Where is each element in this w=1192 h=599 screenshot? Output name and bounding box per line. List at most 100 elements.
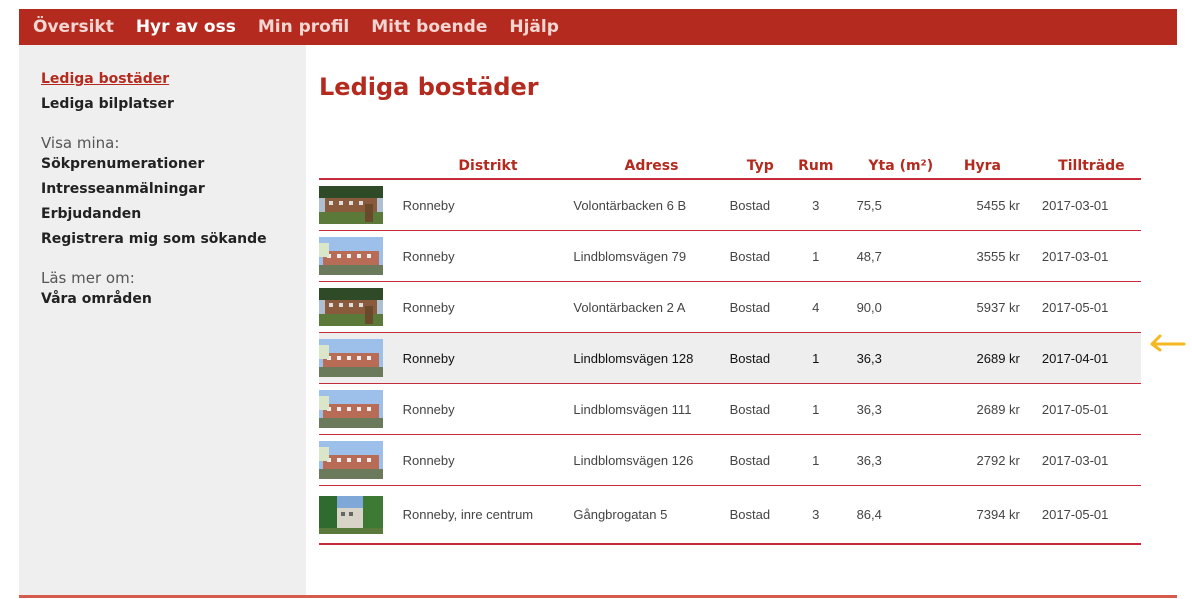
cell-adress: Lindblomsvägen 126 [573,434,730,486]
cell-distrikt: Ronneby [396,434,574,486]
cell-tilltrade: 2017-03-01 [1031,179,1141,231]
nav-item-min-profil[interactable]: Min profil [258,17,349,37]
page-frame: Översikt Hyr av oss Min profil Mitt boen… [19,9,1177,599]
sidebar-heading-visa: Visa mina: [41,134,120,152]
cell-tilltrade: 2017-04-01 [1031,332,1141,384]
cell-tilltrade: 2017-03-01 [1031,434,1141,486]
cell-rum: 1 [790,332,841,384]
sidebar-item-vara-omraden[interactable]: Våra områden [41,291,306,307]
listing-photo[interactable] [319,485,397,545]
sidebar-item-registrera[interactable]: Registrera mig som sökande [41,231,306,247]
nav-item-hjalp[interactable]: Hjälp [509,17,559,37]
table-header-row: Distrikt Adress Typ Rum Yta (m²) Hyra Ti… [319,153,1141,180]
cell-hyra: 2689 kr [944,383,1032,435]
sidebar-item-lediga-bilplatser[interactable]: Lediga bilplatser [41,96,306,112]
cell-hyra: 2689 kr [944,332,1032,384]
cell-adress: Lindblomsvägen 111 [573,383,730,435]
cell-yta: 36,3 [840,383,945,435]
sidebar-item-sokprenumerationer[interactable]: Sökprenumerationer [41,156,306,172]
footer-divider [19,595,1177,598]
sidebar: Lediga bostäder Lediga bilplatser Visa m… [19,45,306,597]
cell-yta: 90,0 [840,281,945,333]
sidebar-heading-las: Läs mer om: [41,269,135,287]
building-photo-sky[interactable] [319,441,383,479]
building-photo-sky[interactable] [319,390,383,428]
listing-photo[interactable] [319,434,397,486]
cell-rum: 1 [790,434,841,486]
building-photo-brick[interactable] [319,288,383,326]
cell-typ: Bostad [729,383,791,435]
nav-item-hyr-av-oss[interactable]: Hyr av oss [136,17,236,37]
cell-rum: 3 [790,179,841,231]
listing-photo[interactable] [319,179,397,231]
column-header-hyra[interactable]: Hyra [944,153,1032,180]
cell-hyra: 2792 kr [944,434,1032,486]
cell-distrikt: Ronneby [396,383,574,435]
cell-adress: Gångbrogatan 5 [573,485,730,545]
cell-hyra: 3555 kr [944,230,1032,282]
nav-item-mitt-boende[interactable]: Mitt boende [371,17,487,37]
listing-photo[interactable] [319,383,397,435]
column-header-tilltrade[interactable]: Tillträde [1031,153,1141,180]
cell-adress: Lindblomsvägen 79 [573,230,730,282]
top-navigation: Översikt Hyr av oss Min profil Mitt boen… [19,9,1177,45]
cell-rum: 1 [790,383,841,435]
cell-typ: Bostad [729,179,791,231]
cell-distrikt: Ronneby [396,179,574,231]
listings-table: Distrikt Adress Typ Rum Yta (m²) Hyra Ti… [319,153,1141,545]
cell-typ: Bostad [729,332,791,384]
building-photo-sky[interactable] [319,339,383,377]
cell-yta: 36,3 [840,434,945,486]
column-header-adress[interactable]: Adress [573,153,730,180]
cell-typ: Bostad [729,230,791,282]
sidebar-item-intresseanmalningar[interactable]: Intresseanmälningar [41,181,306,197]
sidebar-item-lediga-bostader[interactable]: Lediga bostäder [41,71,306,87]
cell-adress: Volontärbacken 6 B [573,179,730,231]
cell-distrikt: Ronneby [396,230,574,282]
listing-photo[interactable] [319,332,397,384]
cell-typ: Bostad [729,434,791,486]
cell-distrikt: Ronneby [396,332,574,384]
cell-typ: Bostad [729,485,791,545]
table-row[interactable]: Ronneby Lindblomsvägen 126 Bostad 1 36,3 2792… [319,434,1141,486]
table-row[interactable]: Ronneby Lindblomsvägen 79 Bostad 1 48,7 3555 … [319,230,1141,282]
column-header-typ[interactable]: Typ [729,153,791,180]
cell-tilltrade: 2017-05-01 [1031,485,1141,545]
listing-photo[interactable] [319,230,397,282]
column-header-yta[interactable]: Yta (m²) [840,153,945,180]
arrow-left-icon [1150,334,1186,352]
table-row[interactable]: Ronneby, inre centrum Gångbrogatan 5 Bosta… [319,485,1141,545]
cell-rum: 1 [790,230,841,282]
column-header-rum[interactable]: Rum [790,153,841,180]
nav-item-oversikt[interactable]: Översikt [33,17,114,37]
cell-adress: Lindblomsvägen 128 [573,332,730,384]
table-row[interactable]: Ronneby Volontärbacken 6 B Bostad 3 75,5 5455… [319,179,1141,231]
building-photo-trees[interactable] [319,495,383,534]
cell-tilltrade: 2017-03-01 [1031,230,1141,282]
column-header-distrikt[interactable]: Distrikt [396,153,574,180]
cell-yta: 36,3 [840,332,945,384]
cell-hyra: 7394 kr [944,485,1032,545]
building-photo-sky[interactable] [319,237,383,275]
listing-photo[interactable] [319,281,397,333]
cell-adress: Volontärbacken 2 A [573,281,730,333]
column-header-image [319,153,397,180]
cell-tilltrade: 2017-05-01 [1031,281,1141,333]
page-title: Lediga bostäder [319,73,539,101]
cell-rum: 4 [790,281,841,333]
cell-typ: Bostad [729,281,791,333]
sidebar-item-erbjudanden[interactable]: Erbjudanden [41,206,306,222]
cell-yta: 75,5 [840,179,945,231]
cell-rum: 3 [790,485,841,545]
building-photo-brick[interactable] [319,186,383,224]
cell-distrikt: Ronneby [396,281,574,333]
cell-hyra: 5937 kr [944,281,1032,333]
table-row[interactable]: Ronneby Lindblomsvägen 128 Bostad 1 36,3 2689… [319,332,1141,384]
cell-yta: 86,4 [840,485,945,545]
table-row[interactable]: Ronneby Volontärbacken 2 A Bostad 4 90,0 5937… [319,281,1141,333]
cell-yta: 48,7 [840,230,945,282]
cell-hyra: 5455 kr [944,179,1032,231]
cell-distrikt: Ronneby, inre centrum [396,485,574,545]
cell-tilltrade: 2017-05-01 [1031,383,1141,435]
table-row[interactable]: Ronneby Lindblomsvägen 111 Bostad 1 36,3 2689… [319,383,1141,435]
